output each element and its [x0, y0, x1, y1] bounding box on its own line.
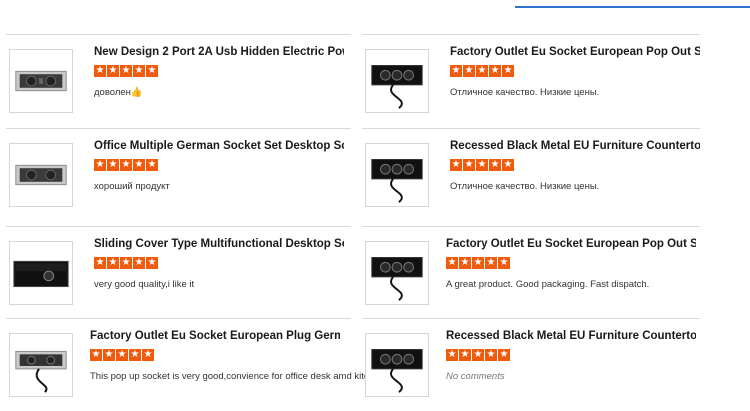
- review-card[interactable]: New Design 2 Port 2A Usb Hidden Electric…: [6, 34, 351, 126]
- product-thumbnail[interactable]: [9, 143, 73, 207]
- star-icon: ★: [446, 349, 458, 361]
- socket-black-cable-image: [371, 349, 423, 393]
- review-comment: very good quality,i like it: [94, 279, 195, 290]
- review-comment: Отличное качество. Низкие цены.: [450, 181, 600, 192]
- star-icon: ★: [133, 159, 145, 171]
- product-title[interactable]: New Design 2 Port 2A Usb Hidden Electric…: [94, 46, 344, 58]
- product-thumbnail[interactable]: [365, 241, 429, 305]
- rating-stars: ★ ★ ★ ★ ★: [94, 257, 158, 271]
- star-icon: ★: [146, 159, 158, 171]
- star-icon: ★: [489, 65, 501, 77]
- socket-black-cable-image: [371, 159, 423, 203]
- product-thumbnail[interactable]: [9, 241, 73, 305]
- product-title[interactable]: Recessed Black Metal EU Furniture Counte…: [446, 330, 696, 342]
- star-icon: ★: [498, 349, 510, 361]
- star-icon: ★: [120, 257, 132, 269]
- star-icon: ★: [459, 349, 471, 361]
- star-icon: ★: [476, 65, 488, 77]
- rating-stars: ★ ★ ★ ★ ★: [90, 349, 154, 363]
- star-icon: ★: [116, 349, 128, 361]
- product-title[interactable]: Recessed Black Metal EU Furniture Counte…: [450, 140, 700, 152]
- star-icon: ★: [502, 65, 514, 77]
- star-icon: ★: [450, 65, 462, 77]
- star-icon: ★: [133, 257, 145, 269]
- socket-silver-image: [15, 164, 67, 186]
- star-icon: ★: [133, 65, 145, 77]
- star-icon: ★: [146, 257, 158, 269]
- star-icon: ★: [472, 257, 484, 269]
- rating-stars: ★ ★ ★ ★ ★: [450, 65, 514, 79]
- product-thumbnail[interactable]: [365, 49, 429, 113]
- review-card[interactable]: Office Multiple German Socket Set Deskto…: [6, 128, 351, 220]
- rating-stars: ★ ★ ★ ★ ★: [94, 159, 158, 173]
- star-icon: ★: [94, 159, 106, 171]
- review-card[interactable]: Factory Outlet Eu Socket European Plug G…: [6, 318, 384, 410]
- rating-stars: ★ ★ ★ ★ ★: [450, 159, 514, 173]
- star-icon: ★: [463, 159, 475, 171]
- star-icon: ★: [94, 65, 106, 77]
- star-icon: ★: [498, 257, 510, 269]
- socket-black-slide-image: [13, 260, 69, 288]
- star-icon: ★: [450, 159, 462, 171]
- star-icon: ★: [485, 349, 497, 361]
- star-icon: ★: [103, 349, 115, 361]
- review-card[interactable]: Recessed Black Metal EU Furniture Counte…: [362, 318, 700, 410]
- star-icon: ★: [446, 257, 458, 269]
- star-icon: ★: [120, 159, 132, 171]
- review-comment: A great product. Good packaging. Fast di…: [446, 279, 650, 290]
- star-icon: ★: [485, 257, 497, 269]
- review-comment: хороший продукт: [94, 181, 170, 192]
- review-card[interactable]: Recessed Black Metal EU Furniture Counte…: [362, 128, 700, 220]
- star-icon: ★: [489, 159, 501, 171]
- review-card[interactable]: Sliding Cover Type Multifunctional Deskt…: [6, 226, 351, 318]
- star-icon: ★: [94, 257, 106, 269]
- rating-stars: ★ ★ ★ ★ ★: [94, 65, 158, 79]
- product-title[interactable]: Sliding Cover Type Multifunctional Deskt…: [94, 238, 344, 250]
- star-icon: ★: [120, 65, 132, 77]
- star-icon: ★: [129, 349, 141, 361]
- socket-silver-cable-image: [15, 350, 67, 393]
- product-title[interactable]: Office Multiple German Socket Set Deskto…: [94, 140, 344, 152]
- socket-black-cable-image: [371, 257, 423, 301]
- star-icon: ★: [107, 65, 119, 77]
- star-icon: ★: [107, 159, 119, 171]
- product-thumbnail[interactable]: [365, 333, 429, 397]
- star-icon: ★: [146, 65, 158, 77]
- rating-stars: ★ ★ ★ ★ ★: [446, 349, 510, 363]
- review-card[interactable]: Factory Outlet Eu Socket European Pop Ou…: [362, 34, 700, 126]
- review-comment: доволен👍: [94, 87, 143, 98]
- star-icon: ★: [90, 349, 102, 361]
- star-icon: ★: [476, 159, 488, 171]
- star-icon: ★: [502, 159, 514, 171]
- star-icon: ★: [472, 349, 484, 361]
- review-card[interactable]: Factory Outlet Eu Socket European Pop Ou…: [362, 226, 700, 318]
- product-thumbnail[interactable]: [365, 143, 429, 207]
- star-icon: ★: [142, 349, 154, 361]
- top-accent-line: [515, 6, 750, 8]
- review-comment-empty: No comments: [446, 371, 505, 382]
- product-thumbnail[interactable]: [9, 333, 73, 397]
- product-title[interactable]: Factory Outlet Eu Socket European Plug G…: [90, 330, 340, 342]
- product-title[interactable]: Factory Outlet Eu Socket European Pop Ou…: [446, 238, 696, 250]
- product-thumbnail[interactable]: [9, 49, 73, 113]
- review-comment: Отличное качество. Низкие цены.: [450, 87, 600, 98]
- rating-stars: ★ ★ ★ ★ ★: [446, 257, 510, 271]
- star-icon: ★: [107, 257, 119, 269]
- socket-black-cable-image: [371, 65, 423, 109]
- star-icon: ★: [459, 257, 471, 269]
- socket-silver-image: [15, 70, 67, 92]
- review-comment: This pop up socket is very good,convienc…: [90, 371, 385, 382]
- star-icon: ★: [463, 65, 475, 77]
- product-title[interactable]: Factory Outlet Eu Socket European Pop Ou…: [450, 46, 700, 58]
